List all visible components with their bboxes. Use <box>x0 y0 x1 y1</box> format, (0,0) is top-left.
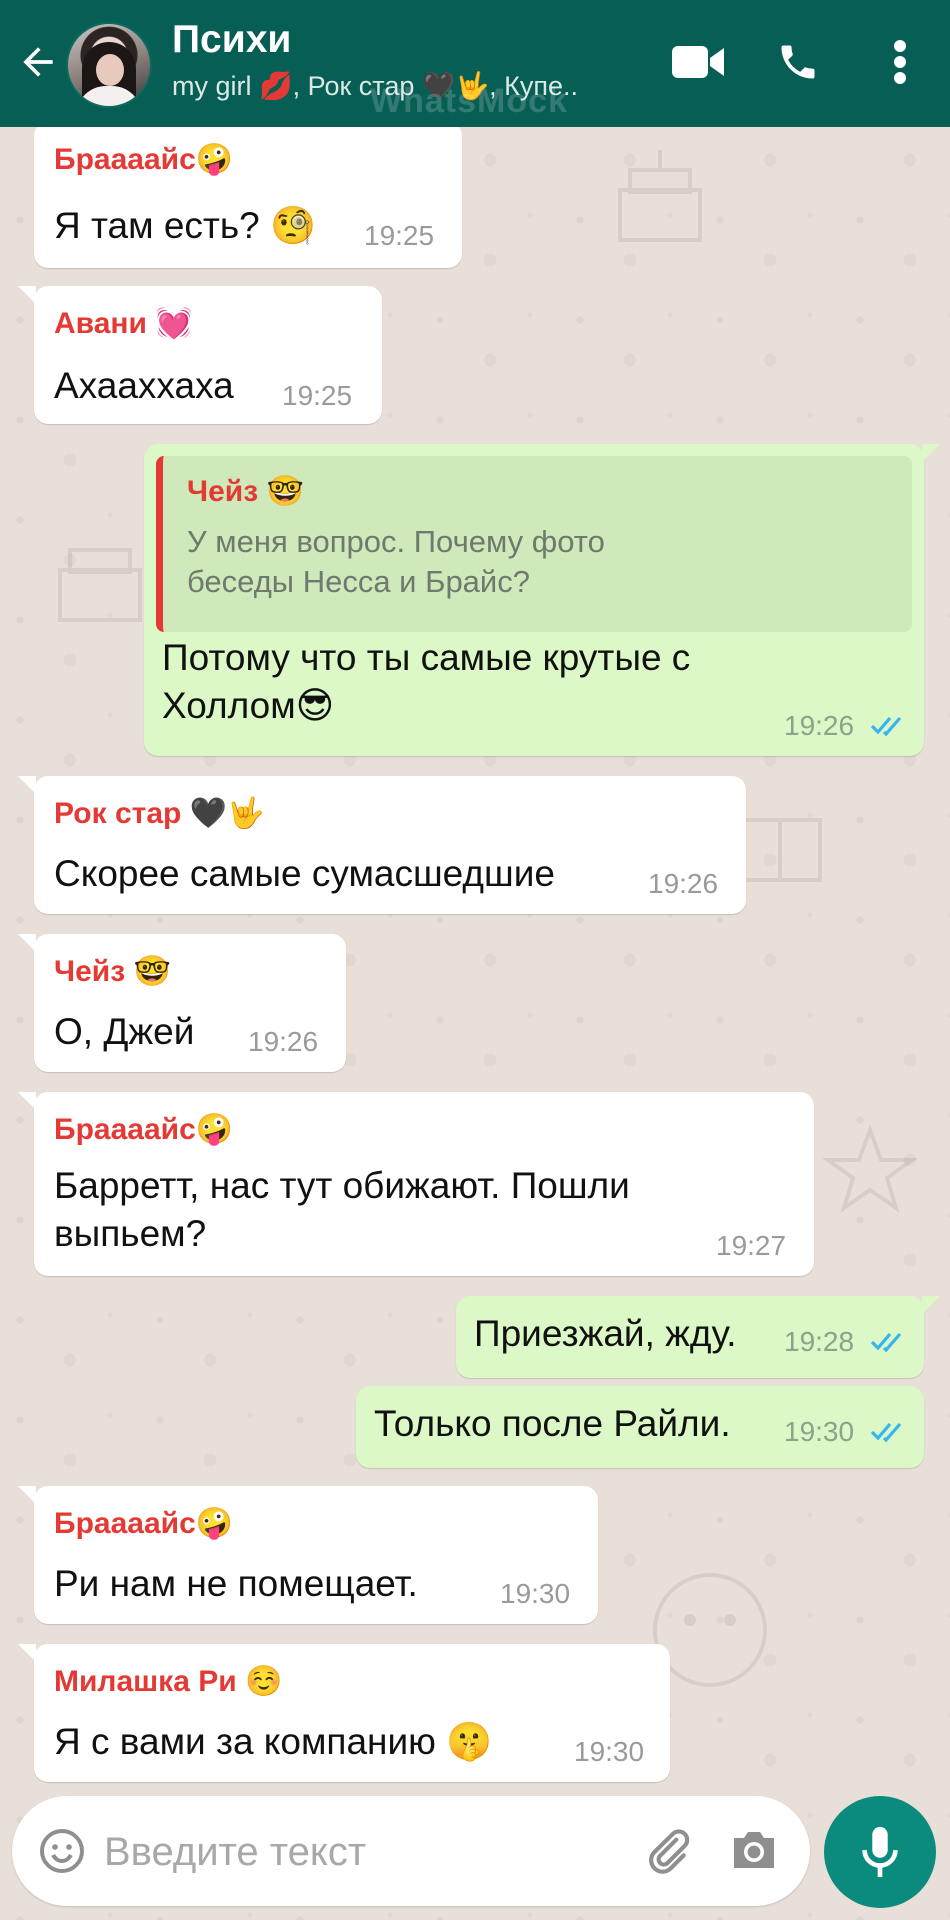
message-bubble-incoming[interactable]: Рок стар 🖤🤟 Скорее самые сумасшедшие 19:… <box>18 776 746 914</box>
sender-name: Рок стар 🖤🤟 <box>54 797 265 830</box>
message-text-line: Барретт, нас тут обижают. Пошли <box>54 1165 630 1206</box>
message-text: О, Джей <box>54 1011 195 1052</box>
chat-header: Психи my girl 💋, Рок стар 🖤🤟, Купе.. Wha… <box>0 0 950 127</box>
message-bubble-incoming[interactable]: Милашка Ри ☺️ Я с вами за компанию 🤫 19:… <box>18 1644 670 1782</box>
message-bubble-incoming[interactable]: Браааайс🤪 Ри нам не помещает. 19:30 <box>18 1486 598 1624</box>
message-text: Скорее самые сумасшедшие <box>54 853 555 894</box>
message-bubble-incoming[interactable]: Чейз 🤓 О, Джей 19:26 <box>18 934 346 1072</box>
sender-name: Браааайс🤪 <box>54 1113 234 1146</box>
camera-icon[interactable] <box>728 1826 780 1874</box>
smiley-icon[interactable] <box>38 1827 86 1875</box>
message-text: Приезжай, жду. <box>474 1313 737 1354</box>
chat-title[interactable]: Психи <box>172 18 291 62</box>
quoted-message[interactable]: Чейз 🤓 У меня вопрос. Почему фото беседы… <box>156 456 912 632</box>
message-text: Я там есть? 🧐 <box>54 205 317 246</box>
quoted-text-line: У меня вопрос. Почему фото <box>187 524 605 559</box>
phone-icon <box>781 45 815 79</box>
message-bubble-incoming[interactable]: Браааайс🤪 Барретт, нас тут обижают. Пошл… <box>18 1092 814 1276</box>
quoted-text-line: беседы Несса и Брайс? <box>187 564 530 599</box>
message-bubble-outgoing[interactable]: Приезжай, жду. 19:28 <box>456 1296 940 1378</box>
voice-call-button[interactable] <box>768 32 828 92</box>
message-text-line: Холлом😎 <box>162 685 335 726</box>
wallpaper-cake-doodle <box>618 150 702 242</box>
paperclip-icon[interactable] <box>642 1826 692 1876</box>
message-bubble-outgoing[interactable]: Только после Райли. 19:30 <box>356 1386 924 1468</box>
message-time: 19:27 <box>716 1230 787 1261</box>
arrow-left-icon <box>23 47 53 77</box>
message-text: Ахааххаха <box>54 365 234 406</box>
wallpaper-star-doodle <box>821 1124 919 1213</box>
message-composer <box>12 1796 810 1908</box>
wallpaper-cake-doodle <box>58 548 142 622</box>
message-bubble-outgoing[interactable]: Чейз 🤓 У меня вопрос. Почему фото беседы… <box>144 444 940 756</box>
message-time: 19:28 <box>784 1326 855 1357</box>
message-time: 19:26 <box>784 710 855 741</box>
microphone-icon <box>862 1826 898 1878</box>
sender-name: Милашка Ри ☺️ <box>54 1665 283 1698</box>
sender-name: Браааайс🤪 <box>54 1507 234 1540</box>
back-button[interactable] <box>12 36 64 88</box>
quoted-text: У меня вопрос. Почему фото беседы Несса … <box>187 522 605 602</box>
message-text: Барретт, нас тут обижают. Пошли выпьем? <box>54 1162 630 1258</box>
quoted-sender: Чейз 🤓 <box>187 475 304 508</box>
message-bubble-incoming[interactable]: Авани 💓 Ахааххаха 19:25 <box>18 286 382 424</box>
video-camera-icon <box>672 46 724 78</box>
sender-name: Браааайс🤪 <box>54 143 234 176</box>
more-vertical-icon <box>894 40 906 84</box>
message-text: Только после Райли. <box>374 1403 731 1444</box>
message-time: 19:26 <box>648 868 719 899</box>
double-check-icon <box>870 1422 902 1443</box>
message-text: Ри нам не помещает. <box>54 1563 418 1604</box>
video-call-button[interactable] <box>668 32 728 92</box>
message-bubble-incoming[interactable]: Браааайс🤪 Я там есть? 🧐 19:25 <box>34 122 462 268</box>
message-time: 19:30 <box>500 1578 571 1609</box>
sender-name: Авани 💓 <box>54 307 193 340</box>
double-check-icon <box>870 716 902 737</box>
group-avatar[interactable] <box>66 22 152 108</box>
message-input[interactable] <box>102 1796 626 1908</box>
double-check-icon <box>870 1332 902 1353</box>
message-text: Я с вами за компанию 🤫 <box>54 1721 493 1762</box>
message-time: 19:30 <box>784 1416 855 1447</box>
message-time: 19:25 <box>282 380 353 411</box>
message-text: Потому что ты самые крутые с Холлом😎 <box>162 634 690 730</box>
more-options-button[interactable] <box>870 32 930 92</box>
message-time: 19:26 <box>248 1026 319 1057</box>
watermark: WhatsMock <box>370 82 568 120</box>
message-time: 19:30 <box>574 1736 645 1767</box>
sender-name: Чейз 🤓 <box>54 955 171 988</box>
message-text-line: выпьем? <box>54 1213 207 1254</box>
voice-message-button[interactable] <box>824 1796 936 1908</box>
message-time: 19:25 <box>364 220 435 251</box>
message-text-line: Потому что ты самые крутые с <box>162 637 691 678</box>
